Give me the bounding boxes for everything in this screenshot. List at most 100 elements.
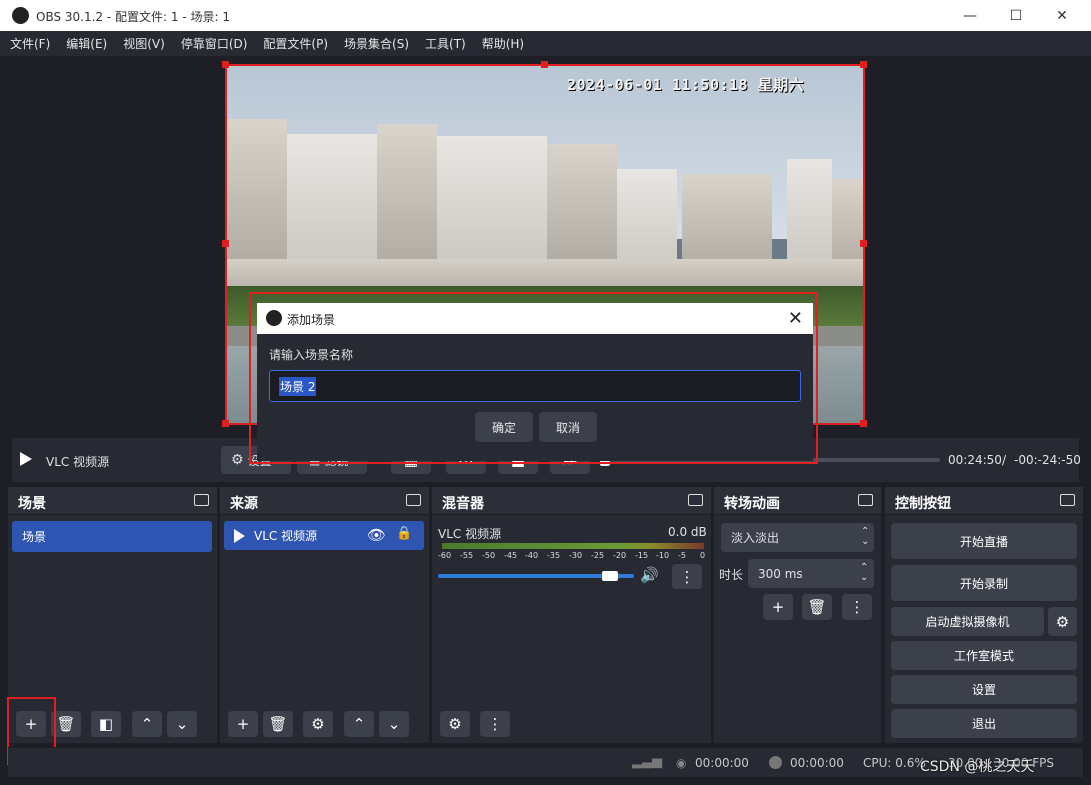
- window-title: OBS 30.1.2 - 配置文件: 1 - 场景: 1: [36, 10, 230, 24]
- plus-icon: +: [771, 598, 785, 616]
- menu-edit[interactable]: 编辑(E): [66, 35, 107, 52]
- menu-view[interactable]: 视图(V): [123, 35, 165, 52]
- gear-icon: ⚙: [448, 715, 462, 733]
- scene-filters-button[interactable]: ◧: [91, 711, 121, 737]
- start-streaming-button[interactable]: 开始直播: [891, 523, 1077, 559]
- move-source-down-button[interactable]: ⌄: [379, 711, 409, 737]
- menu-tools[interactable]: 工具(T): [425, 35, 466, 52]
- chevron-up-icon: ⌃: [140, 715, 154, 733]
- mixer-level-readout: 0.0 dB: [668, 525, 707, 539]
- menu-docks[interactable]: 停靠窗口(D): [181, 35, 248, 52]
- title-bar: OBS 30.1.2 - 配置文件: 1 - 场景: 1 — ☐ ✕: [0, 0, 1091, 31]
- resize-handle[interactable]: [222, 61, 229, 68]
- undock-icon[interactable]: [858, 494, 873, 506]
- meter-scale-label: -35: [547, 551, 561, 560]
- studio-mode-button[interactable]: 工作室模式: [891, 641, 1077, 670]
- meter-scale-label: -10: [656, 551, 670, 560]
- maximize-button[interactable]: ☐: [993, 0, 1039, 31]
- add-source-button[interactable]: +: [228, 711, 258, 737]
- close-window-button[interactable]: ✕: [1039, 0, 1085, 31]
- move-scene-up-button[interactable]: ⌃: [132, 711, 162, 737]
- undock-icon[interactable]: [1060, 494, 1075, 506]
- menu-help[interactable]: 帮助(H): [482, 35, 524, 52]
- record-time: 00:00:00: [790, 756, 844, 770]
- resize-handle[interactable]: [860, 61, 867, 68]
- meter-scale: -60 -55 -50 -45 -40 -35 -30 -25 -20 -15 -10 -5 0: [438, 551, 708, 561]
- sources-dock-title: 来源: [230, 496, 258, 512]
- chevron-up-icon: ⌃: [352, 715, 366, 733]
- resize-handle[interactable]: [222, 240, 229, 247]
- undock-icon[interactable]: [688, 494, 703, 506]
- start-virtual-camera-button[interactable]: 启动虚拟摄像机: [891, 607, 1044, 636]
- settings-button[interactable]: 设置: [891, 675, 1077, 704]
- add-transition-button[interactable]: +: [763, 594, 793, 620]
- chevron-down-icon: ⌄: [175, 715, 189, 733]
- move-source-up-button[interactable]: ⌃: [344, 711, 374, 737]
- source-properties-button[interactable]: ⚙: [303, 711, 333, 737]
- controls-dock-title: 控制按钮: [895, 496, 951, 512]
- meter-scale-label: -40: [525, 551, 539, 560]
- filter-icon: ◧: [98, 715, 114, 733]
- speaker-icon[interactable]: 🔊: [640, 566, 659, 584]
- status-bar: ▂▃▅ ◉ 00:00:00 00:00:00 CPU: 0.6% 30.00 …: [8, 747, 1083, 777]
- resize-handle[interactable]: [860, 240, 867, 247]
- meter-scale-label: -30: [569, 551, 583, 560]
- start-recording-button[interactable]: 开始录制: [891, 565, 1077, 601]
- signal-icon: ▂▃▅: [632, 754, 662, 769]
- trash-icon: 🗑: [807, 598, 827, 616]
- meter-scale-label: -60: [438, 551, 452, 560]
- menu-profile[interactable]: 配置文件(P): [263, 35, 328, 52]
- meter-scale-label: -50: [482, 551, 496, 560]
- transition-select[interactable]: 淡入淡出 ⌃ ⌄: [721, 523, 874, 552]
- time-elapsed: 00:24:50: [948, 453, 1002, 467]
- mixer-advanced-button[interactable]: ⚙: [440, 711, 470, 737]
- gear-icon: ⚙: [311, 715, 325, 733]
- trash-icon: 🗑: [268, 715, 288, 733]
- resize-handle[interactable]: [541, 61, 548, 68]
- source-list-item[interactable]: VLC 视频源 👁 🔒: [224, 521, 424, 550]
- resize-handle[interactable]: [860, 420, 867, 427]
- minimize-button[interactable]: —: [947, 0, 993, 31]
- volume-slider-handle[interactable]: [602, 571, 618, 581]
- meter-scale-label: -20: [613, 551, 627, 560]
- record-status-icon: [769, 756, 782, 769]
- plus-icon: +: [236, 715, 250, 733]
- dialog-highlight-outline: [249, 292, 818, 464]
- mixer-menu-button[interactable]: ⋮: [480, 711, 510, 737]
- undock-icon[interactable]: [194, 494, 209, 506]
- move-scene-down-button[interactable]: ⌄: [167, 711, 197, 737]
- cpu-usage: CPU: 0.6%: [863, 756, 926, 770]
- lock-icon[interactable]: 🔒: [396, 526, 412, 541]
- more-vertical-icon: ⋮: [487, 715, 503, 733]
- controls-dock: 控制按钮 开始直播 开始录制 启动虚拟摄像机 ⚙ 工作室模式 设置 退出: [885, 487, 1083, 743]
- meter-scale-label: 0: [700, 551, 706, 560]
- scene-transitions-dock: 转场动画 淡入淡出 ⌃ ⌄ 时长 300 ms ⌃ ⌄ + 🗑 ⋮: [714, 487, 881, 743]
- gear-icon: ⚙: [1055, 612, 1070, 631]
- undock-icon[interactable]: [406, 494, 421, 506]
- spinner-arrows-icon: ⌃ ⌄: [860, 562, 869, 583]
- scene-list-item[interactable]: 场景: [12, 521, 212, 552]
- mixer-channel-name: VLC 视频源: [438, 527, 502, 541]
- menu-scene-collection[interactable]: 场景集合(S): [344, 35, 409, 52]
- more-vertical-icon: ⋮: [849, 598, 865, 616]
- eye-icon[interactable]: 👁: [367, 526, 386, 544]
- meter-scale-label: -55: [460, 551, 474, 560]
- play-icon[interactable]: [20, 452, 32, 466]
- audio-level-meter: [442, 543, 704, 549]
- time-remaining: -00:-24:-50: [1014, 453, 1081, 467]
- remove-transition-button[interactable]: 🗑: [802, 594, 832, 620]
- resize-handle[interactable]: [222, 420, 229, 427]
- exit-button[interactable]: 退出: [891, 709, 1077, 738]
- meter-scale-label: -5: [678, 551, 686, 560]
- menu-bar: 文件(F) 编辑(E) 视图(V) 停靠窗口(D) 配置文件(P) 场景集合(S…: [0, 31, 1091, 56]
- mixer-channel-menu-button[interactable]: ⋮: [672, 564, 702, 589]
- virtual-camera-settings-button[interactable]: ⚙: [1048, 607, 1077, 636]
- spinner-arrows-icon: ⌃ ⌄: [861, 526, 870, 547]
- meter-scale-label: -25: [591, 551, 605, 560]
- transition-menu-button[interactable]: ⋮: [842, 594, 872, 620]
- duration-spinbox[interactable]: 300 ms ⌃ ⌄: [748, 559, 874, 588]
- chevron-down-icon: ⌄: [387, 715, 401, 733]
- remove-source-button[interactable]: 🗑: [263, 711, 293, 737]
- menu-file[interactable]: 文件(F): [10, 35, 50, 52]
- media-source-icon: [234, 528, 245, 543]
